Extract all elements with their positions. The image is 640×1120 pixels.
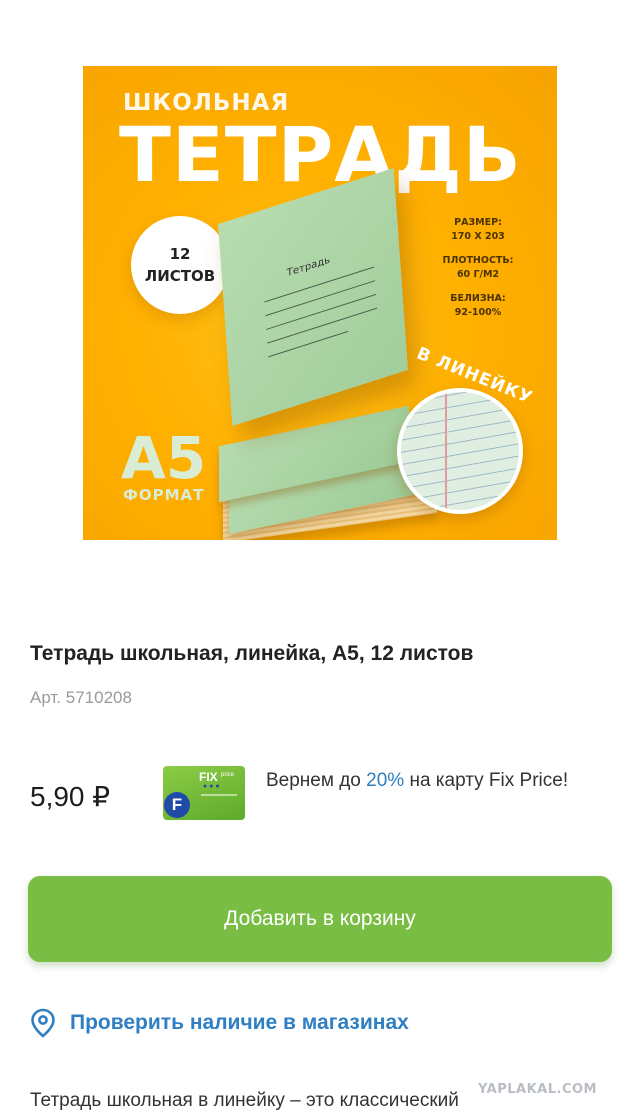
image-title: ТЕТРАДЬ <box>119 110 522 199</box>
image-specs: РАЗМЕР: 170 Х 203 ПЛОТНОСТЬ: 60 Г/М2 БЕЛ… <box>423 216 533 330</box>
fix-price-card-icon: FIX price ● ● ● F <box>163 766 245 820</box>
product-sku: Арт. 5710208 <box>30 688 132 707</box>
add-to-cart-button[interactable]: Добавить в корзину <box>28 876 612 962</box>
spec-density: ПЛОТНОСТЬ: 60 Г/М2 <box>423 254 533 282</box>
spec-size: РАЗМЕР: 170 Х 203 <box>423 216 533 244</box>
sheets-count: 12 <box>169 245 191 263</box>
card-f-icon: F <box>164 792 190 818</box>
cashback-prefix: Вернем до <box>266 770 367 791</box>
product-image[interactable]: ШКОЛЬНАЯ ТЕТРАДЬ 12 ЛИСТОВ РАЗМЕР: 170 Х… <box>83 66 557 540</box>
notebook-cover: Тетрадь <box>218 168 408 426</box>
watermark: YAPLAKAL.COM <box>478 1082 597 1097</box>
check-stores-link[interactable]: Проверить наличие в магазинах <box>30 1008 409 1038</box>
spec-size-value: 170 Х 203 <box>451 231 505 242</box>
notebook-label: Тетрадь <box>286 254 331 280</box>
location-pin-icon <box>31 1008 55 1038</box>
spec-density-value: 60 Г/М2 <box>456 269 500 280</box>
product-title: Тетрадь школьная, линейка, А5, 12 листов <box>30 642 474 665</box>
sheets-word: ЛИСТОВ <box>144 267 216 285</box>
cashback-text: Вернем до 20% на карту Fix Price! <box>266 762 596 799</box>
spec-whiteness-label: БЕЛИЗНА: <box>450 293 506 304</box>
cashback-percent: 20% <box>366 770 405 791</box>
check-stores-label: Проверить наличие в магазинах <box>70 1011 409 1034</box>
card-brand: FIX <box>199 770 218 784</box>
spec-whiteness-value: 92-100% <box>454 307 502 318</box>
format-small: ФОРМАТ <box>123 486 205 504</box>
spec-density-label: ПЛОТНОСТЬ: <box>442 255 514 266</box>
product-price: 5,90 ₽ <box>30 781 111 812</box>
spec-size-label: РАЗМЕР: <box>454 217 502 228</box>
card-dots-icon: ● ● ● <box>203 783 220 790</box>
notebook-line <box>268 330 349 358</box>
card-stripe <box>201 794 237 796</box>
cashback-suffix: на карту Fix Price! <box>404 770 569 791</box>
card-brand-suffix: price <box>221 772 235 778</box>
format-big: А5 <box>121 424 207 492</box>
ruled-paper-closeup <box>397 388 523 514</box>
spec-whiteness: БЕЛИЗНА: 92-100% <box>423 292 533 320</box>
sheets-badge: 12 ЛИСТОВ <box>131 216 229 314</box>
